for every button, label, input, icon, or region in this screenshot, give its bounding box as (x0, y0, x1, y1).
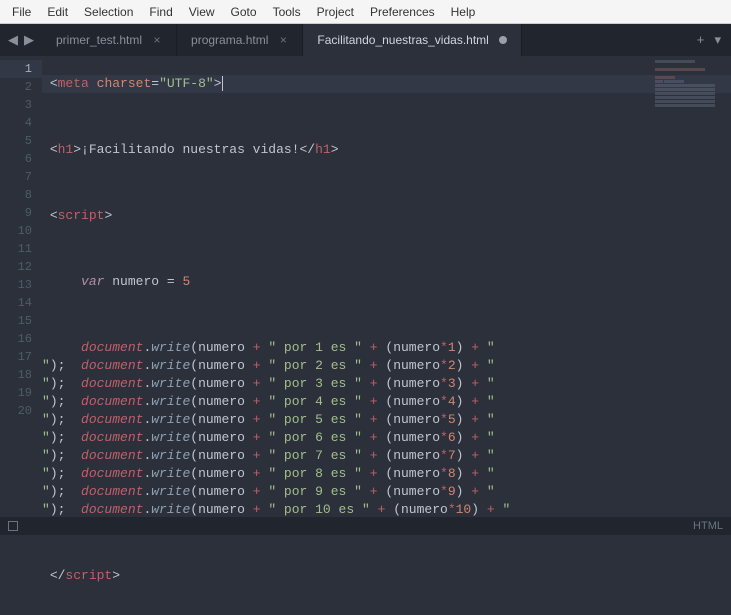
code-line: <meta charset="UTF-8"> (42, 75, 731, 93)
line-number: 4 (0, 114, 42, 132)
menu-tools[interactable]: Tools (265, 5, 309, 19)
nav-forward-icon[interactable]: ▶ (24, 33, 34, 48)
tab-programa[interactable]: programa.html × (177, 24, 303, 56)
line-number: 19 (0, 384, 42, 402)
code-line (42, 240, 731, 258)
menu-project[interactable]: Project (309, 5, 362, 19)
menu-bar: File Edit Selection Find View Goto Tools… (0, 0, 731, 24)
tab-label: programa.html (191, 33, 268, 47)
code-line: document.write(numero + " por 2 es " + (… (42, 357, 731, 375)
line-number: 5 (0, 132, 42, 150)
text-cursor (222, 76, 223, 91)
new-tab-icon[interactable]: + (697, 33, 705, 48)
menu-find[interactable]: Find (141, 5, 180, 19)
line-number: 12 (0, 258, 42, 276)
tab-primer-test[interactable]: primer_test.html × (42, 24, 177, 56)
menu-goto[interactable]: Goto (223, 5, 265, 19)
code-line: document.write(numero + " por 3 es " + (… (42, 375, 731, 393)
close-icon[interactable]: × (152, 33, 162, 47)
menu-edit[interactable]: Edit (39, 5, 76, 19)
code-line: document.write(numero + " por 6 es " + (… (42, 429, 731, 447)
menu-help[interactable]: Help (443, 5, 484, 19)
line-number: 16 (0, 330, 42, 348)
code-line: <h1>¡Facilitando nuestras vidas!</h1> (42, 141, 731, 159)
tab-facilitando[interactable]: Facilitando_nuestras_vidas.html (303, 24, 521, 56)
code-line: </script> (42, 567, 731, 585)
line-number: 2 (0, 78, 42, 96)
code-line (42, 174, 731, 192)
line-number: 9 (0, 204, 42, 222)
menu-selection[interactable]: Selection (76, 5, 141, 19)
minimap[interactable] (655, 60, 725, 110)
line-number: 8 (0, 186, 42, 204)
status-syntax[interactable]: HTML (693, 520, 723, 532)
line-number: 11 (0, 240, 42, 258)
code-line: <script> (42, 207, 731, 225)
tab-dropdown-icon[interactable]: ▾ (714, 33, 721, 48)
statusbar-panel-icon[interactable] (8, 521, 18, 531)
line-number: 17 (0, 348, 42, 366)
dirty-dot-icon (499, 36, 507, 44)
line-gutter: 1 2 3 4 5 6 7 8 9 10 11 12 13 14 15 16 1… (0, 56, 42, 517)
code-line: document.write(numero + " por 9 es " + (… (42, 483, 731, 501)
code-line (42, 534, 731, 552)
nav-back-icon[interactable]: ◀ (8, 33, 18, 48)
code-content[interactable]: <meta charset="UTF-8"> <h1>¡Facilitando … (42, 56, 731, 517)
code-line: document.write(numero + " por 4 es " + (… (42, 393, 731, 411)
status-bar: HTML (0, 517, 731, 535)
tab-label: primer_test.html (56, 33, 142, 47)
code-line: document.write(numero + " por 7 es " + (… (42, 447, 731, 465)
menu-preferences[interactable]: Preferences (362, 5, 443, 19)
line-number: 14 (0, 294, 42, 312)
nav-arrows: ◀ ▶ (0, 24, 42, 56)
code-line: document.write(numero + " por 1 es " + (… (42, 339, 731, 357)
code-line (42, 108, 731, 126)
line-number: 7 (0, 168, 42, 186)
line-number: 3 (0, 96, 42, 114)
code-line: document.write(numero + " por 8 es " + (… (42, 465, 731, 483)
line-number: 6 (0, 150, 42, 168)
editor-area[interactable]: 1 2 3 4 5 6 7 8 9 10 11 12 13 14 15 16 1… (0, 56, 731, 517)
code-line: var numero = 5 (42, 273, 731, 291)
tab-bar: ◀ ▶ primer_test.html × programa.html × F… (0, 24, 731, 56)
menu-view[interactable]: View (181, 5, 223, 19)
line-number: 1 (0, 60, 42, 78)
line-number: 20 (0, 402, 42, 420)
menu-file[interactable]: File (4, 5, 39, 19)
code-line (42, 306, 731, 324)
line-number: 13 (0, 276, 42, 294)
tab-label: Facilitando_nuestras_vidas.html (317, 33, 488, 47)
code-line: document.write(numero + " por 5 es " + (… (42, 411, 731, 429)
line-number: 15 (0, 312, 42, 330)
line-number: 10 (0, 222, 42, 240)
close-icon[interactable]: × (278, 33, 288, 47)
line-number: 18 (0, 366, 42, 384)
